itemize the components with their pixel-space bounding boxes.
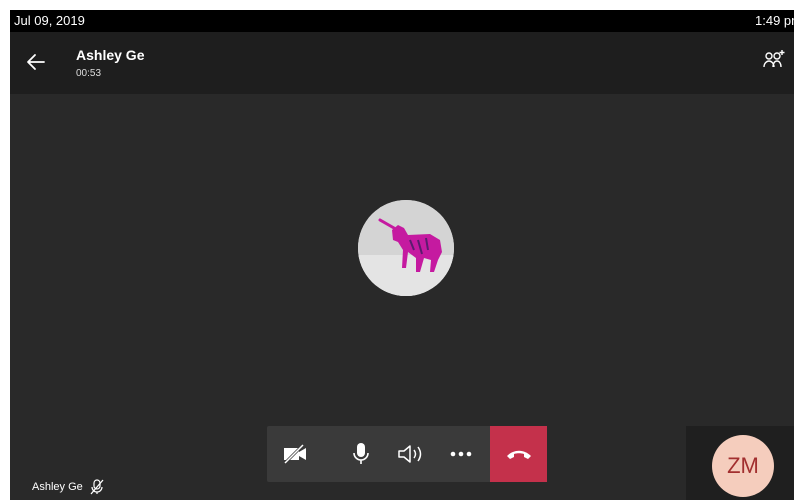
speaker-button[interactable] [391,426,431,482]
microphone-icon [353,443,369,464]
speaker-icon [398,445,422,463]
hang-up-button[interactable] [490,426,547,482]
status-date: Jul 09, 2019 [14,13,85,28]
call-screen: Jul 09, 2019 1:49 pm Ashley Ge 00:53 [10,10,794,500]
call-duration: 00:53 [76,68,102,79]
mute-button[interactable] [341,426,381,482]
call-controls [267,426,547,482]
self-avatar: ZM [712,435,774,497]
mic-muted-icon [90,479,104,495]
status-bar: Jul 09, 2019 1:49 pm [10,10,794,32]
video-toggle-button[interactable] [275,426,315,482]
caller-name: Ashley Ge [76,47,145,63]
participant-label: Ashley Ge [32,479,105,495]
unicorn-photo [358,200,454,296]
more-options-button[interactable] [441,426,481,482]
add-people-icon [763,50,785,68]
video-off-icon [283,443,306,465]
call-header: Ashley Ge 00:53 [10,32,794,94]
back-button[interactable] [24,50,48,74]
participant-name: Ashley Ge [32,481,83,493]
status-time: 1:49 pm [755,13,794,28]
add-people-button[interactable] [762,48,786,72]
back-arrow-icon [27,54,45,70]
caller-avatar [358,200,454,296]
hang-up-icon [506,450,531,459]
more-options-icon [450,451,472,457]
